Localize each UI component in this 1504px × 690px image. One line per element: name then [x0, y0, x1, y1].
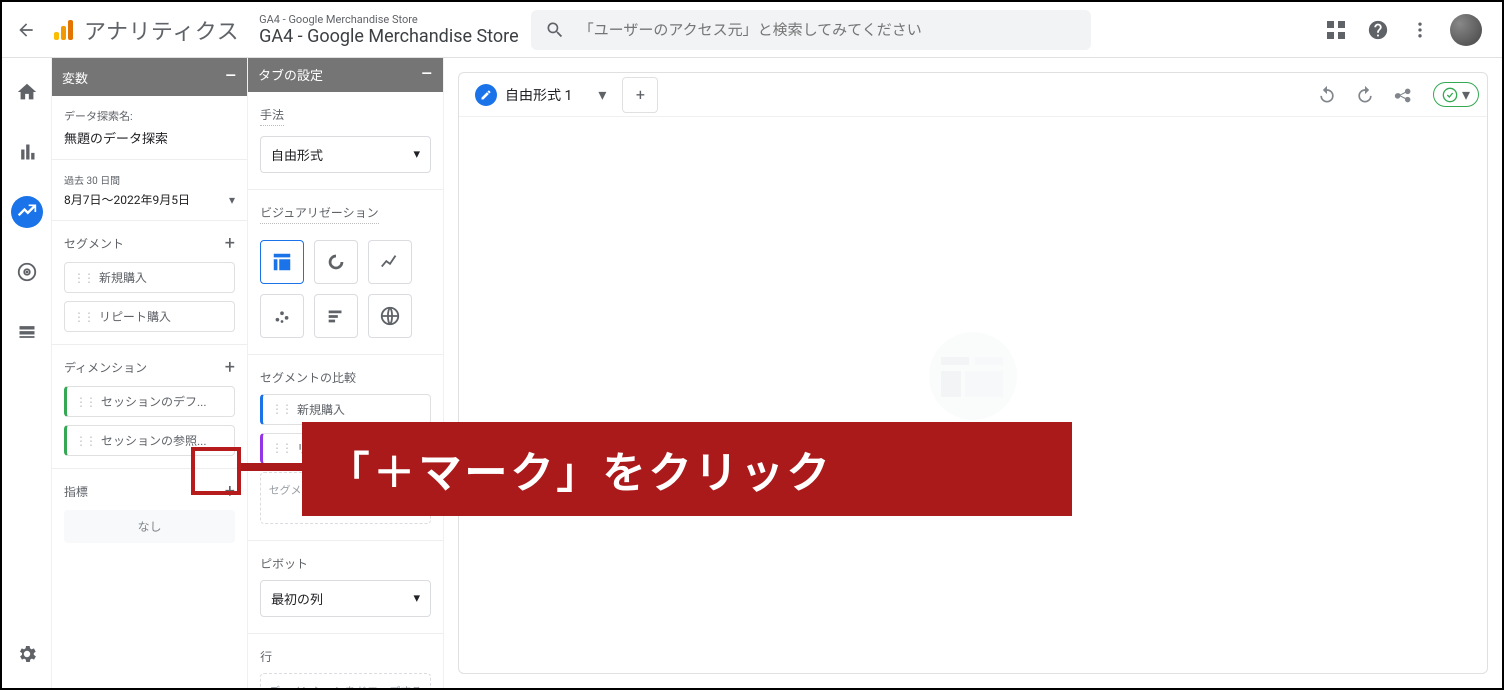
pivot-block: ピボット 最初の列 ▾: [248, 541, 443, 634]
canvas-wrap: 自由形式 1 ▾ + ▾: [444, 58, 1502, 688]
help-icon[interactable]: [1366, 18, 1390, 42]
apps-icon[interactable]: [1324, 18, 1348, 42]
tab-settings-panel: タブの設定 − 手法 自由形式 ▾ ビジュアリゼーション: [248, 58, 444, 688]
app-header: アナリティクス GA4 - Google Merchandise Store G…: [2, 2, 1502, 58]
dropdown-arrow-icon: ▾: [229, 193, 235, 207]
tab-settings-header: タブの設定 −: [248, 58, 443, 92]
rows-block: 行 ディメンションをドロップするか選択してください 最初の行 1: [248, 634, 443, 688]
add-tab-button[interactable]: +: [622, 77, 658, 113]
dimensions-title: ディメンション: [64, 359, 147, 376]
segments-title: セグメント: [64, 235, 124, 252]
toolbar: ▾: [1317, 82, 1479, 107]
tab-settings-title: タブの設定: [258, 65, 323, 84]
ga-logo-icon: [50, 16, 78, 44]
search-icon: [545, 20, 565, 40]
nav-home-icon[interactable]: [11, 76, 43, 108]
technique-dropdown[interactable]: 自由形式 ▾: [260, 136, 431, 173]
collapse-button[interactable]: −: [420, 64, 433, 86]
canvas-content: データがありません: [459, 117, 1487, 673]
nav-settings-icon[interactable]: [11, 638, 43, 670]
variables-panel: 変数 − データ探索名: 無題のデータ探索 過去 30 日間 8月7日～2022…: [52, 58, 248, 688]
canvas: 自由形式 1 ▾ + ▾: [458, 72, 1488, 674]
technique-label: 手法: [260, 106, 284, 126]
search-box[interactable]: [531, 10, 1091, 50]
exploration-name-section[interactable]: データ探索名: 無題のデータ探索: [52, 96, 247, 160]
nav-configure-icon[interactable]: [11, 316, 43, 348]
nav-explore-icon[interactable]: [11, 196, 43, 228]
nav-advertising-icon[interactable]: [11, 256, 43, 288]
nav-rail: [2, 58, 52, 688]
viz-table-icon[interactable]: [260, 240, 304, 284]
avatar[interactable]: [1450, 14, 1482, 46]
annotation-connector: [241, 463, 303, 471]
exploration-name-label: データ探索名:: [64, 108, 235, 124]
add-segment-button[interactable]: +: [225, 233, 235, 254]
segment-compare-chip[interactable]: ⋮⋮新規購入: [260, 394, 431, 425]
visualization-block: ビジュアリゼーション: [248, 190, 443, 355]
annotation-callout: 「＋マーク」をクリック: [302, 422, 1072, 516]
share-icon[interactable]: [1393, 84, 1415, 106]
viz-scatter-icon[interactable]: [260, 294, 304, 338]
viz-geo-icon[interactable]: [368, 294, 412, 338]
visualization-label: ビジュアリゼーション: [260, 204, 379, 224]
date-range-section[interactable]: 過去 30 日間 8月7日～2022年9月5日 ▾: [52, 160, 247, 221]
dimension-chip[interactable]: ⋮⋮セッションのデフ...: [64, 386, 235, 417]
empty-state-icon: [913, 331, 1033, 421]
breadcrumb-current: GA4 - Google Merchandise Store: [259, 26, 519, 47]
variables-panel-title: 変数: [62, 68, 88, 87]
pivot-label: ピボット: [260, 555, 431, 572]
viz-line-icon[interactable]: [368, 240, 412, 284]
more-vert-icon[interactable]: [1408, 18, 1432, 42]
tab-dropdown-icon[interactable]: ▾: [598, 85, 606, 104]
sample-status-indicator[interactable]: ▾: [1433, 82, 1479, 107]
rows-label: 行: [260, 648, 431, 665]
search-input[interactable]: [579, 21, 1077, 39]
redo-icon[interactable]: [1355, 85, 1375, 105]
tab-chip[interactable]: 自由形式 1 ▾: [467, 84, 614, 106]
exploration-name-value: 無題のデータ探索: [64, 128, 235, 147]
breadcrumb[interactable]: GA4 - Google Merchandise Store GA4 - Goo…: [259, 13, 519, 47]
nav-reports-icon[interactable]: [11, 136, 43, 168]
header-actions: [1324, 14, 1494, 46]
breadcrumb-parent: GA4 - Google Merchandise Store: [259, 13, 519, 26]
viz-donut-icon[interactable]: [314, 240, 358, 284]
segments-section: セグメント + ⋮⋮新規購入 ⋮⋮リピート購入: [52, 221, 247, 345]
pivot-dropdown[interactable]: 最初の列 ▾: [260, 580, 431, 617]
edit-icon: [475, 84, 497, 106]
add-dimension-button[interactable]: +: [225, 357, 235, 378]
brand-text: アナリティクス: [84, 14, 239, 46]
dropdown-arrow-icon: ▾: [413, 147, 420, 162]
metrics-title: 指標: [64, 483, 88, 500]
date-preset-label: 過去 30 日間: [64, 172, 235, 187]
undo-icon[interactable]: [1317, 85, 1337, 105]
dropdown-arrow-icon: ▾: [1462, 85, 1470, 104]
dropdown-arrow-icon: ▾: [413, 591, 420, 606]
variables-panel-header: 変数 −: [52, 58, 247, 96]
segment-chip[interactable]: ⋮⋮新規購入: [64, 262, 235, 293]
tab-name: 自由形式 1: [505, 85, 572, 105]
technique-block: 手法 自由形式 ▾: [248, 92, 443, 190]
rows-drop-zone[interactable]: ディメンションをドロップするか選択してください: [260, 673, 431, 688]
back-button[interactable]: [10, 14, 42, 46]
tabs-bar: 自由形式 1 ▾ + ▾: [459, 73, 1487, 117]
segment-chip[interactable]: ⋮⋮リピート購入: [64, 301, 235, 332]
brand-wrap: アナリティクス: [50, 14, 239, 46]
date-range-value: 8月7日～2022年9月5日: [64, 191, 190, 208]
segment-comparison-label: セグメントの比較: [260, 369, 431, 386]
viz-bar-icon[interactable]: [314, 294, 358, 338]
annotation-highlight-box: [191, 447, 241, 495]
collapse-button[interactable]: −: [224, 66, 237, 88]
metrics-none: なし: [64, 510, 235, 543]
